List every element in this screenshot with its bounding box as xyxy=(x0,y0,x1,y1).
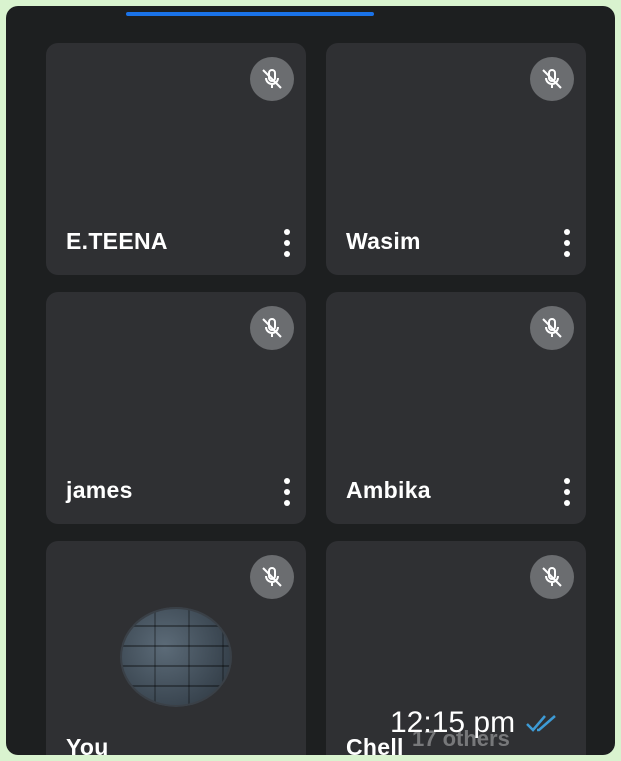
more-options-icon[interactable] xyxy=(282,229,292,257)
mic-off-icon xyxy=(530,555,574,599)
mic-off-icon xyxy=(250,57,294,101)
more-options-icon[interactable] xyxy=(562,478,572,506)
loading-progress-bar xyxy=(126,12,374,16)
participant-tile[interactable]: james xyxy=(46,292,306,524)
double-check-icon xyxy=(525,712,559,734)
avatar xyxy=(120,607,232,707)
more-options-icon[interactable] xyxy=(282,478,292,506)
message-time: 12:15 pm xyxy=(390,706,516,739)
mic-off-icon xyxy=(530,57,574,101)
mic-off-icon xyxy=(250,555,294,599)
mic-off-icon xyxy=(530,306,574,350)
participant-name: E.TEENA xyxy=(66,228,168,254)
mic-off-icon xyxy=(250,306,294,350)
participant-name: Ambika xyxy=(346,477,431,503)
participant-tile[interactable]: Ambika xyxy=(326,292,586,524)
message-timestamp: 12:15 pm xyxy=(390,706,559,740)
more-options-icon[interactable] xyxy=(562,229,572,257)
participant-name: You xyxy=(66,734,109,755)
participant-name: james xyxy=(66,477,133,503)
participant-tile[interactable]: E.TEENA xyxy=(46,43,306,275)
participant-tile[interactable]: Wasim xyxy=(326,43,586,275)
participant-name: Wasim xyxy=(346,228,421,254)
participant-tile-self[interactable]: You xyxy=(46,541,306,755)
video-call-screen: E.TEENA Wasim james Ambika You Chell xyxy=(6,6,615,755)
